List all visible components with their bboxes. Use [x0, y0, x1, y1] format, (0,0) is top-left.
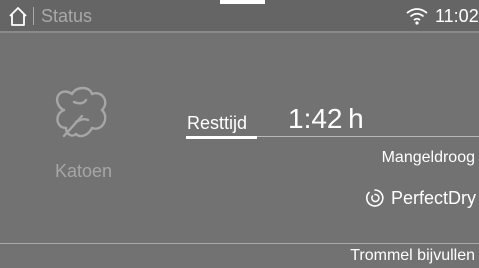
clock: 11:02 — [435, 6, 479, 26]
wifi-icon — [406, 8, 428, 25]
remaining-time-label[interactable]: Resttijd — [187, 112, 247, 134]
remaining-time-value: 1:42 h — [288, 103, 364, 134]
cotton-icon — [55, 86, 107, 138]
home-icon[interactable] — [8, 6, 28, 26]
refill-drum-button[interactable]: Trommel bijvullen — [350, 246, 475, 266]
appliance-display: Status 11:02 Katoen Resttijd 1:42 h Mang… — [0, 0, 479, 268]
bottom-divider — [0, 243, 479, 244]
remaining-time-selected-underline — [186, 136, 257, 139]
program-name[interactable]: Katoen — [55, 160, 112, 182]
perfectdry-icon — [366, 189, 384, 207]
drying-level[interactable]: Mangeldroog — [382, 148, 475, 168]
status-divider — [33, 7, 34, 25]
status-title: Status — [41, 6, 93, 26]
status-bar: Status 11:02 — [0, 0, 479, 33]
remaining-time-divider — [257, 136, 479, 137]
top-tab-indicator — [220, 0, 265, 4]
perfectdry-label[interactable]: PerfectDry — [391, 187, 476, 209]
